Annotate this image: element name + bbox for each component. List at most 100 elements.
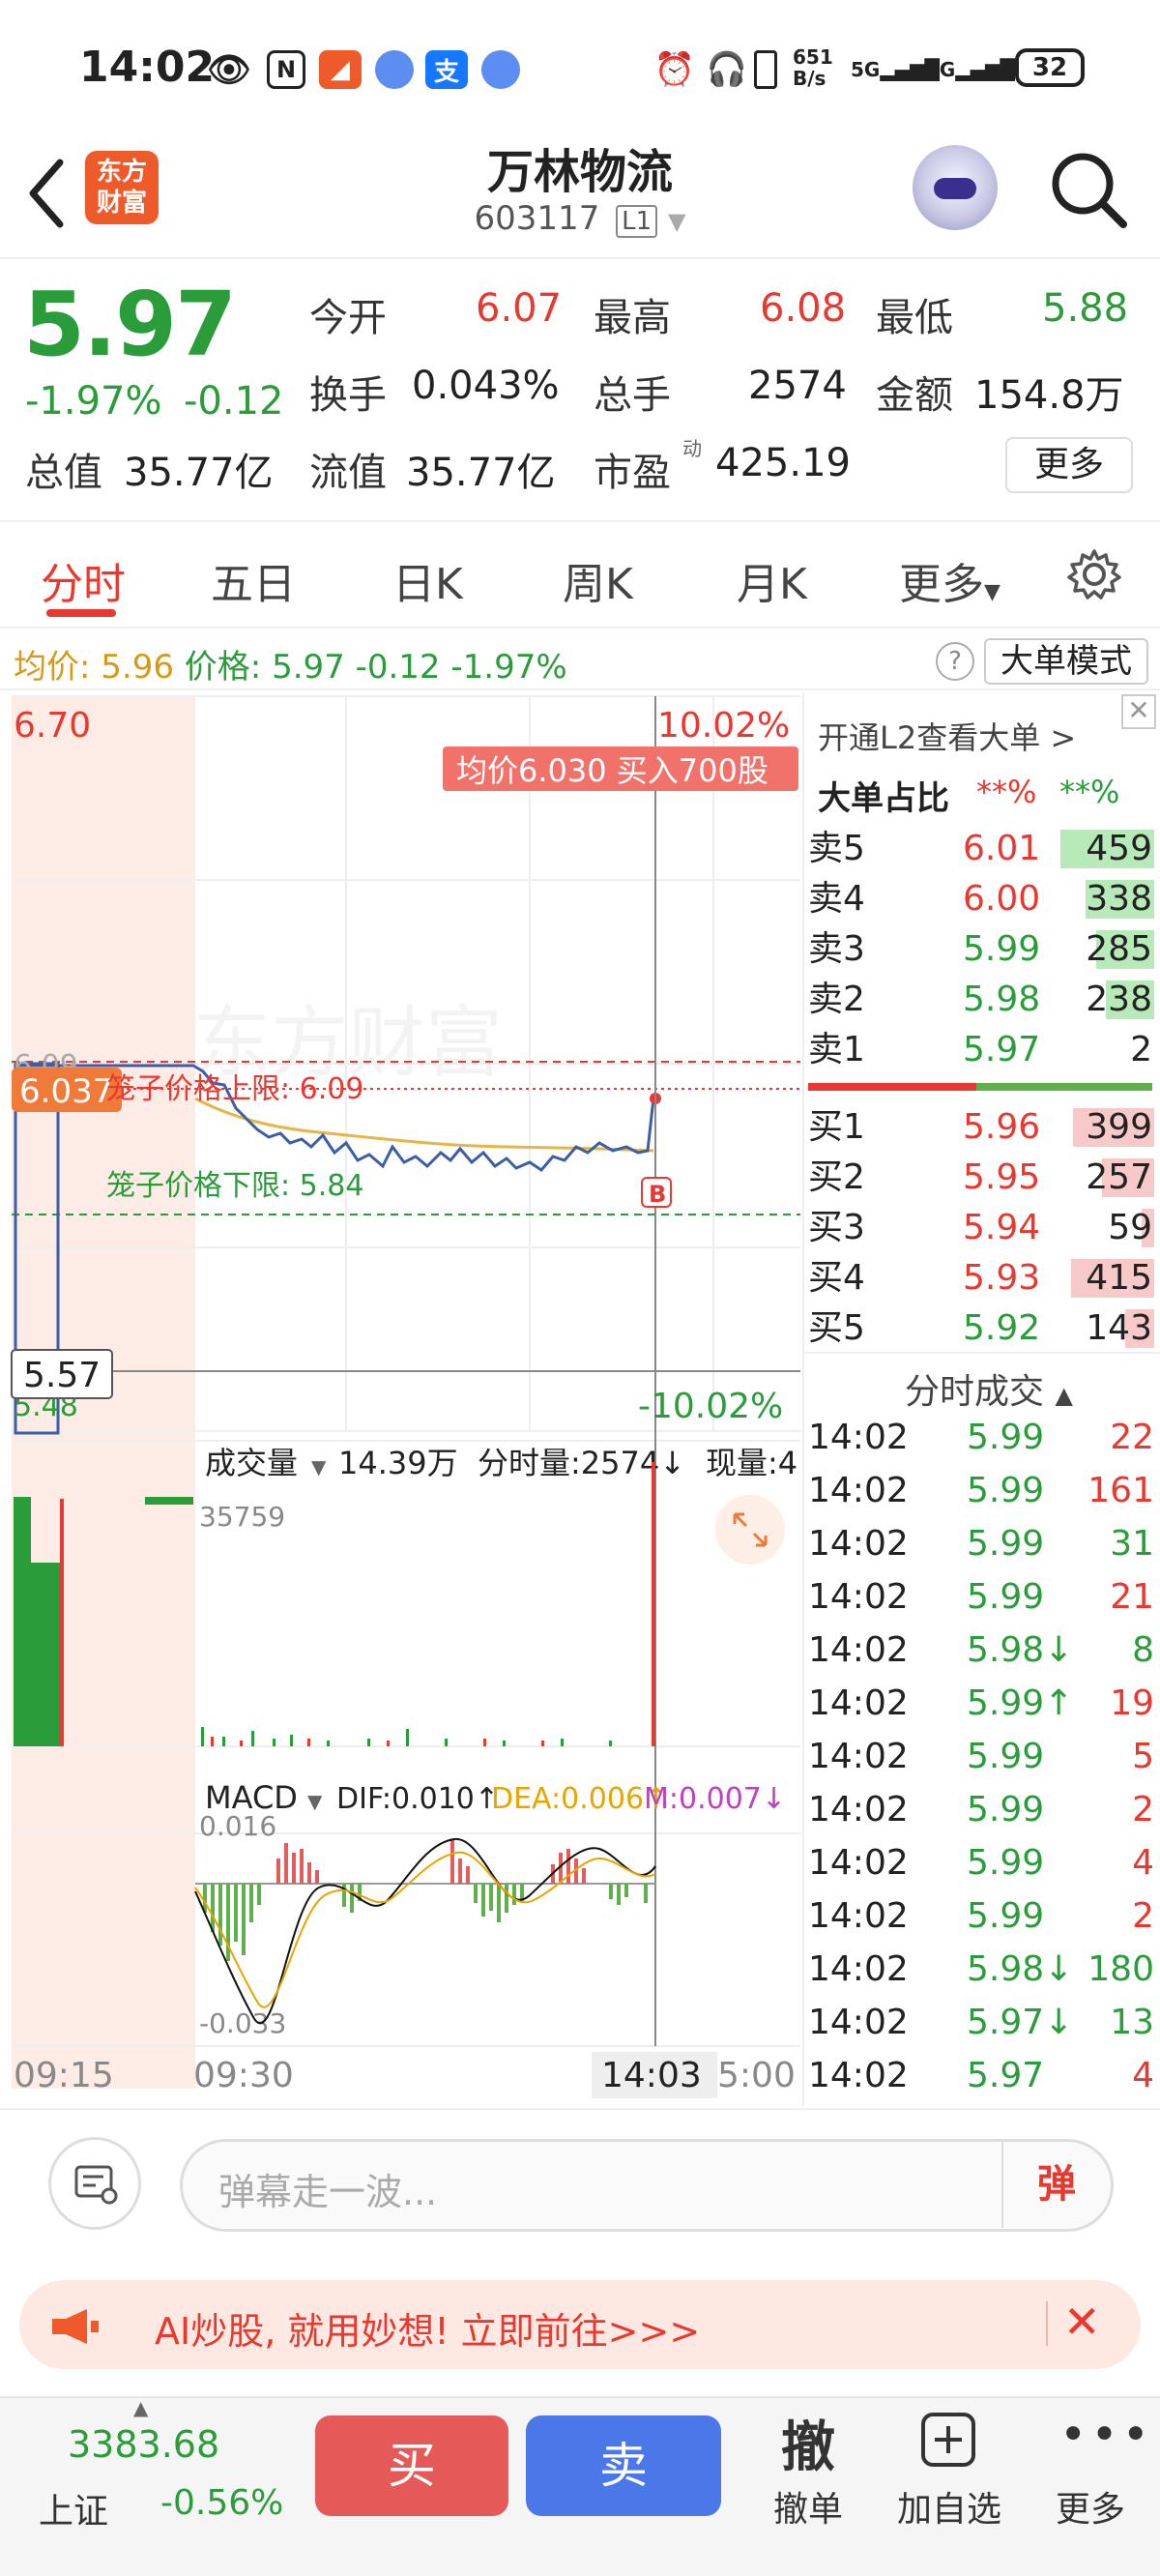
trades-title[interactable]: 分时成交 ▲ — [905, 1363, 1073, 1414]
sell-button[interactable]: 卖 — [526, 2415, 721, 2516]
trade-price: 5.98↓ — [967, 1949, 1074, 1989]
megaphone-icon — [52, 2309, 99, 2344]
trade-price: 5.97↓ — [967, 2003, 1074, 2042]
trade-volume: 180 — [1088, 1949, 1154, 1989]
net-speed: 651 B/s — [793, 45, 833, 90]
trade-row: 14:02 5.99↑ 19 — [808, 1683, 1154, 1732]
withdraw-icon[interactable]: 撤 — [764, 2404, 853, 2482]
ask-level-label: 卖5 — [808, 829, 865, 868]
trade-time: 14:02 — [808, 1577, 909, 1617]
ask-level-label: 卖1 — [808, 1030, 865, 1069]
trade-row: 14:02 5.98↓ 180 — [808, 1949, 1154, 1998]
settings-gear-icon[interactable] — [1067, 547, 1121, 601]
trade-time: 14:02 — [808, 1630, 909, 1670]
turnover-label: 换手 — [309, 373, 387, 418]
low-label: 最低 — [876, 296, 953, 340]
trade-volume: 22 — [1110, 1418, 1154, 1457]
time-label-0915: 09:15 — [14, 2056, 114, 2095]
tab-more[interactable]: 更多▼ — [899, 549, 1000, 611]
more-label[interactable]: 更多 — [1052, 2481, 1129, 2532]
more-dots-icon[interactable]: ••• — [1059, 2408, 1153, 2462]
trade-volume: 4 — [1132, 1843, 1154, 1883]
big-order-mode-button[interactable]: 大单模式 — [984, 638, 1148, 685]
level-badge: L1 — [616, 205, 658, 238]
eye-icon: 👁 — [207, 50, 251, 90]
trade-time: 14:02 — [808, 2003, 909, 2042]
trade-price: 5.99 — [967, 1737, 1045, 1776]
status-time: 14:02 — [79, 43, 216, 92]
battery-icon: 32 — [1015, 48, 1085, 87]
index-value[interactable]: 3383.68 — [68, 2423, 219, 2466]
trade-row: 14:02 5.98↓ 8 — [808, 1630, 1154, 1679]
close-icon[interactable]: ✕ — [1121, 694, 1156, 729]
tab-weekly-k[interactable]: 周K — [563, 549, 633, 611]
price-label: 价格: — [184, 648, 262, 687]
pe-value: 425.19 — [715, 441, 851, 485]
withdraw-label[interactable]: 撤单 — [764, 2481, 853, 2532]
close-banner-icon[interactable]: ✕ — [1063, 2296, 1101, 2348]
bid-volume: 59 — [1108, 1208, 1152, 1247]
macd-histogram — [203, 1839, 648, 1961]
trade-volume: 2 — [1132, 1790, 1154, 1830]
open-value: 6.07 — [476, 286, 563, 331]
trade-price: 5.97 — [967, 2056, 1045, 2095]
tab-daily-k[interactable]: 日K — [392, 549, 463, 611]
open-label: 今开 — [309, 296, 387, 340]
trade-price: 5.99 — [967, 1896, 1045, 1936]
l2-upgrade-link[interactable]: 开通L2查看大单 > — [818, 714, 1076, 758]
buy-button[interactable]: 买 — [315, 2415, 508, 2516]
bid-level-label: 买4 — [808, 1258, 865, 1298]
tab-intraday[interactable]: 分时 — [41, 549, 126, 611]
trade-price: 5.99 — [967, 1843, 1045, 1883]
trades-title-text: 分时成交 — [905, 1372, 1045, 1412]
big-order-ratio-green: **% — [1059, 774, 1120, 810]
ask-volume: 459 — [1086, 829, 1152, 868]
status-bar: 14:02 👁 N ◢ 支 ⏰ 🎧 651 B/s 5G▂▄▆█ 5G▂▄▆█ … — [0, 0, 1160, 135]
change-amount: -0.12 — [184, 379, 284, 424]
add-favorite-label[interactable]: 加自选 — [891, 2481, 1007, 2532]
bid-volume: 143 — [1086, 1308, 1152, 1348]
total-cap-label: 总值 — [25, 451, 102, 495]
trade-time: 14:02 — [808, 1471, 909, 1510]
volume-dropdown-icon[interactable]: ▼ — [311, 1455, 327, 1478]
expand-icon[interactable] — [715, 1495, 785, 1565]
order-tooltip-text: 均价6.030 买入700股 — [456, 752, 768, 789]
volume-label[interactable]: 成交量 — [205, 1445, 298, 1481]
trade-price: 5.99 — [967, 1471, 1045, 1510]
tab-five-day[interactable]: 五日 — [211, 549, 296, 611]
intraday-chart[interactable]: 东方财富 B 6.70 10.02% 均价6.030 买入700股 6.09 6… — [0, 692, 802, 2106]
avg-price-line — [194, 1097, 654, 1153]
help-icon[interactable]: ? — [936, 642, 974, 681]
pct-value: -1.97% — [450, 648, 567, 687]
volume-label: 总手 — [594, 373, 671, 418]
macd-m: M:0.007↓ — [644, 1782, 786, 1816]
danmu-settings-icon[interactable] — [48, 2137, 141, 2230]
change-value: -0.12 — [355, 648, 441, 687]
add-favorite-icon[interactable] — [920, 2412, 976, 2468]
caret-up-icon: ▲ — [1055, 1382, 1073, 1409]
ai-assistant-avatar[interactable] — [913, 145, 998, 230]
book-divider — [802, 1352, 1160, 1354]
macd-dropdown-icon[interactable]: ▼ — [307, 1790, 323, 1813]
trade-time: 14:02 — [808, 1790, 909, 1830]
ratio-bar-green — [976, 1083, 1152, 1091]
quote-more-button[interactable]: 更多 — [1005, 437, 1133, 493]
time-label-0930: 09:30 — [193, 2056, 294, 2095]
ask-level-label: 卖4 — [808, 879, 865, 919]
nfc-icon: N — [267, 50, 305, 89]
search-icon[interactable] — [1044, 145, 1133, 234]
ask-volume: 2 — [1130, 1030, 1152, 1069]
ask-volume: 285 — [1086, 929, 1152, 969]
trade-price: 5.99↑ — [967, 1683, 1074, 1723]
trade-volume: 31 — [1110, 1524, 1154, 1564]
chevron-down-icon[interactable]: ▼ — [668, 208, 685, 235]
big-order-ratio-label: 大单占比 — [818, 779, 949, 818]
trade-volume: 2 — [1132, 1896, 1154, 1936]
danmu-toggle-button[interactable]: 弹 — [1001, 2141, 1110, 2228]
tab-monthly-k[interactable]: 月K — [737, 549, 807, 611]
trade-row: 14:02 5.99 2 — [808, 1896, 1154, 1945]
cage-upper-label: 笼子价格上限: 6.09 — [106, 1072, 363, 1106]
trade-time: 14:02 — [808, 2056, 909, 2095]
app-icon: ◢ — [319, 50, 362, 89]
active-tab-indicator — [46, 609, 116, 617]
